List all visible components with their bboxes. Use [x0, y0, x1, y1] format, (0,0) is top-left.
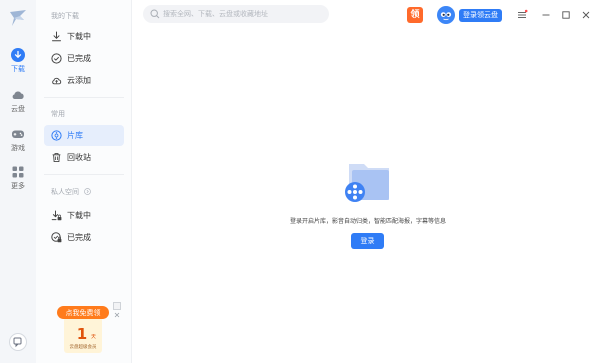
- sidebar-item-private-completed[interactable]: 已完成: [44, 227, 124, 248]
- gamepad-icon: [12, 130, 24, 138]
- sidebar-divider: [44, 97, 124, 98]
- promo-free-membership[interactable]: 点我免费领 1 天 云盘超级会员: [56, 305, 110, 355]
- feedback-icon[interactable]: [9, 333, 27, 351]
- rail-label-more: 更多: [11, 182, 25, 190]
- login-button[interactable]: 登录: [351, 233, 384, 249]
- maximize-icon[interactable]: [560, 9, 572, 21]
- grid-more-icon: [12, 166, 24, 178]
- reward-badge[interactable]: 领: [407, 7, 423, 23]
- sidebar-label-recycle-bin: 回收站: [67, 153, 91, 162]
- section-title-common: 常用: [51, 110, 65, 118]
- private-space-label: 私人空间: [51, 188, 79, 196]
- left-rail: 下载 云盘 游戏 更多: [0, 0, 36, 363]
- minimize-icon[interactable]: [540, 9, 552, 21]
- rail-label-download: 下载: [11, 65, 25, 73]
- trash-icon: [52, 153, 61, 163]
- sidebar-label-private-downloading: 下载中: [67, 211, 91, 220]
- locked-download-icon: [51, 210, 62, 221]
- promo-day-unit: 天: [91, 334, 96, 340]
- locked-check-icon: [51, 232, 62, 243]
- sidebar-label-library: 片库: [67, 131, 83, 140]
- sidebar-label-downloading: 下载中: [67, 32, 91, 41]
- sidebar-label-private-completed: 已完成: [67, 233, 91, 242]
- rail-item-download[interactable]: 下载: [0, 48, 36, 86]
- search-input[interactable]: [163, 5, 323, 23]
- promo-caption: 云盘超级会员: [70, 343, 97, 350]
- promo-close-button[interactable]: [113, 302, 121, 318]
- rail-item-more[interactable]: 更多: [0, 165, 36, 203]
- download-arrow-icon: [52, 31, 61, 42]
- film-reel-icon: [51, 130, 62, 141]
- search-icon: [150, 9, 160, 19]
- rail-item-cloud[interactable]: 云盘: [0, 88, 36, 126]
- sidebar-item-library[interactable]: 片库: [44, 125, 124, 146]
- sidebar-label-cloud-added: 云添加: [67, 76, 91, 85]
- search-bar[interactable]: [143, 5, 329, 23]
- chevron-right-icon[interactable]: [84, 188, 92, 195]
- menu-icon[interactable]: [516, 9, 528, 21]
- sidebar-divider: [44, 174, 124, 175]
- promo-banner-text: 点我免费领: [66, 308, 101, 317]
- section-title-private-space: 私人空间: [51, 187, 92, 197]
- sidebar-item-recycle-bin[interactable]: 回收站: [44, 147, 124, 168]
- rail-label-cloud: 云盘: [11, 105, 25, 113]
- sidebar-item-private-downloading[interactable]: 下载中: [44, 205, 124, 226]
- sidebar-item-completed[interactable]: 已完成: [44, 48, 124, 69]
- check-circle-icon: [51, 53, 62, 64]
- cloud-upload-icon: [52, 77, 62, 85]
- promo-graphic: 点我免费领 1 天 云盘超级会员: [57, 306, 109, 353]
- rail-item-games[interactable]: 游戏: [0, 127, 36, 165]
- sidebar-item-cloud-added[interactable]: 云添加: [44, 70, 124, 91]
- cloud-icon: [12, 91, 24, 99]
- close-window-icon[interactable]: [580, 9, 592, 21]
- section-title-my-downloads: 我的下载: [51, 12, 79, 20]
- sidebar-item-downloading[interactable]: 下载中: [44, 26, 124, 47]
- empty-library-illustration: [345, 164, 389, 202]
- close-icon: [114, 312, 120, 318]
- empty-state-message: 登录开启片库，影音自动归类，智能匹配海报，字幕等信息: [289, 218, 446, 225]
- app-logo-icon: [10, 10, 26, 26]
- download-icon: [11, 48, 25, 62]
- avatar[interactable]: [437, 6, 455, 24]
- promo-day-number: 1: [77, 325, 87, 343]
- sidebar-label-completed: 已完成: [67, 54, 91, 63]
- rail-label-games: 游戏: [11, 144, 25, 152]
- login-cloud-button[interactable]: 登录领云盘: [459, 9, 502, 22]
